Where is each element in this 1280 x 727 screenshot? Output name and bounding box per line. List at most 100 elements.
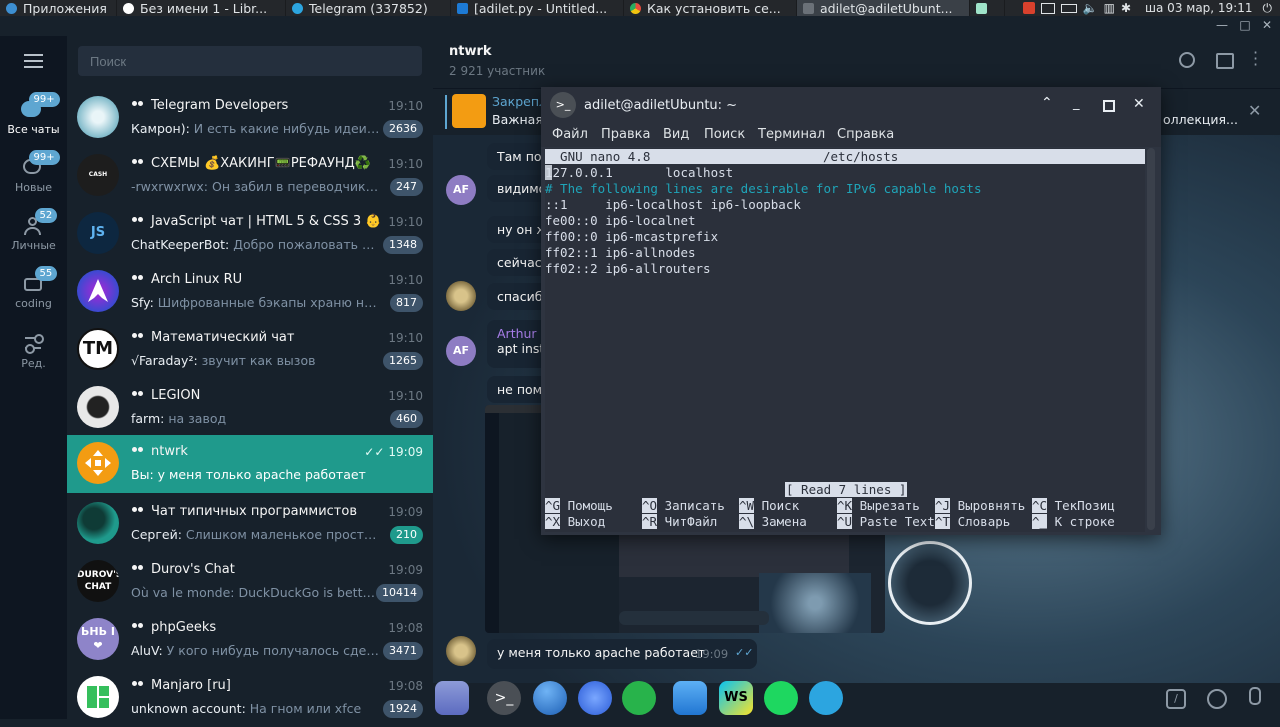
terminal-window[interactable]: >_ adilet@adiletUbuntu: ~ ⌃ _ ✕ Файл Пра… [541,87,1161,535]
tray-screen-icon[interactable] [1040,2,1055,14]
folder-personal[interactable]: 52 Личные [0,208,67,252]
chat-item[interactable]: TM Математический чат 19:10 √Faraday²: з… [67,321,433,379]
system-clock[interactable]: ша 03 мар, 19:11 [1145,1,1252,15]
chevron-up-icon[interactable]: ⌃ [1041,95,1053,111]
taskbar-item-terminal[interactable]: adilet@adiletUbunt... [797,0,970,16]
pinned-text-right: оллекция... [1163,112,1238,127]
folder-edit[interactable]: Ред. [0,332,67,370]
system-taskbar: Приложения Без имени 1 - Libr... Telegra… [0,0,1280,16]
file-line: ff00::0 ip6-mcastprefix [545,229,719,244]
maximize-icon[interactable]: □ [1238,18,1252,32]
terminal-scrollbar[interactable] [1147,148,1155,530]
folder-coding[interactable]: 55 coding [0,266,67,310]
group-icon [131,681,145,690]
chat-item[interactable]: DUROV'S CHAT Durov's Chat 19:09 Où va le… [67,553,433,611]
chat-avatar [77,676,119,718]
chat-avatar: TM [77,328,119,370]
chat-item[interactable]: JS JavaScript чат | HTML 5 & CSS 3 👶 19:… [67,205,433,263]
file-line: fe00::0 ip6-localnet [545,213,696,228]
app-icon-blue-sphere[interactable] [533,681,567,715]
user-avatar[interactable] [446,636,476,666]
user-avatar[interactable] [446,281,476,311]
search-icon[interactable] [1179,52,1195,68]
menu-search[interactable]: Поиск [704,127,745,142]
power-icon[interactable]: ⏻ [1263,1,1273,16]
chat-item[interactable]: Чат типичных программистов 19:09 Сергей:… [67,495,433,553]
person-icon: 52 [21,208,58,236]
chat-item[interactable]: Manjaro [ru] 19:08 unknown account: На г… [67,669,433,727]
close-icon[interactable]: ✕ [1260,18,1274,32]
unread-badge: 1348 [383,236,423,254]
folder-icon: 55 [21,266,58,294]
unread-badge: 1924 [383,700,423,718]
folder-sidebar: 99+ Все чаты 99+ Новые 52 Личные 55 codi… [0,36,67,719]
more-vertical-icon[interactable]: · · · [1253,45,1258,73]
folder-app-icon[interactable] [673,681,707,715]
pinned-text: Важная [492,112,543,127]
minimize-icon[interactable]: — [1215,18,1229,32]
chat-bubble-icon: 99+ [21,150,60,178]
chat-item[interactable]: CASH PLANET СХЕМЫ 💰ХАКИНГ📟РЕФАУНД♻️ 19:1… [67,147,433,205]
taskbar-item-apps[interactable]: Приложения [0,0,117,16]
taskbar-item-libreoffice[interactable]: Без имени 1 - Libr... [117,0,286,16]
terminal-titlebar[interactable]: >_ adilet@adiletUbuntu: ~ ⌃ _ ✕ [541,87,1161,123]
chrome-icon [630,2,641,14]
tray-volume-icon[interactable]: 🔈 [1083,1,1098,15]
telegram-app-icon[interactable] [809,681,843,715]
read-checkmarks-icon: ✓✓ [735,646,754,659]
user-avatar[interactable]: AF [446,336,476,366]
tray-network-icon[interactable]: ▥ [1104,1,1115,15]
vscode-icon [457,2,468,14]
search-app-icon[interactable] [622,681,656,715]
user-avatar[interactable]: AF [446,175,476,205]
folder-all-chats[interactable]: 99+ Все чаты [0,92,67,136]
wallpaper-emblem-icon [888,541,972,625]
chat-avatar: DUROV'S CHAT [77,560,119,602]
taskbar-item-vscode[interactable]: [adilet.py - Untitled... [451,0,624,16]
message-bubble[interactable]: у меня только apache работает 19:09 ✓✓ [487,639,757,669]
compass-app-icon[interactable] [578,681,612,715]
files-app-icon[interactable] [435,681,469,715]
taskbar-item-telegram[interactable]: Telegram (337852) [286,0,451,16]
minimize-icon[interactable]: _ [1073,96,1080,111]
hamburger-menu-icon[interactable] [24,54,43,68]
menu-edit[interactable]: Правка [601,127,650,142]
menu-terminal[interactable]: Терминал [758,127,825,142]
group-icon [131,447,145,456]
arch-logo-icon [88,279,108,302]
tray-red-icon[interactable] [1022,2,1035,14]
folder-badge: 52 [34,208,58,223]
maximize-icon[interactable] [1103,100,1115,112]
search-input[interactable] [78,46,422,76]
menu-help[interactable]: Справка [837,127,894,142]
spotify-app-icon[interactable] [764,681,798,715]
nano-header: GNU nano 4.8 /etc/hosts [545,149,1145,164]
sidebar-toggle-icon[interactable] [1216,53,1234,69]
group-icon [131,391,145,400]
chat-item[interactable]: Telegram Developers 19:10 Камрон): И ест… [67,89,433,147]
taskbar-item-chrome[interactable]: Как установить се... [624,0,797,16]
nano-editor[interactable]: GNU nano 4.8 /etc/hosts 127.0.0.1 localh… [545,148,1145,532]
chat-avatar: CASH PLANET [77,154,119,196]
tray-battery-icon[interactable] [1060,3,1077,13]
text-cursor [545,165,552,180]
chat-item[interactable]: ЬНЬ I❤ phpGeeks 19:08 AluV: У кого нибуд… [67,611,433,669]
chat-item-selected[interactable]: ntwrk ✓✓ 19:09 Вы: у меня только apache р… [67,435,433,493]
bot-command-icon[interactable]: / [1166,689,1186,709]
telegram-icon [292,2,303,14]
chat-item[interactable]: LEGION 19:10 farm: на завод 460 [67,379,433,437]
menu-file[interactable]: Файл [552,127,588,142]
terminal-app-icon[interactable]: >_ [487,681,521,715]
nano-status: [ Read 7 lines ] [785,482,908,497]
close-icon[interactable]: ✕ [1133,96,1145,112]
emoji-icon[interactable] [1207,689,1227,709]
webstorm-app-icon[interactable]: WS [719,681,753,715]
close-pinned-icon[interactable]: ✕ [1248,101,1261,120]
tray-bluetooth-icon[interactable]: ✱ [1121,1,1131,15]
menu-view[interactable]: Вид [663,127,689,142]
chat-item[interactable]: Arch Linux RU 19:10 Sfy: Шифрованные бэк… [67,263,433,321]
chat-header[interactable]: ntwrk 2 921 участник · · · [433,36,1280,88]
taskbar-item-blank[interactable] [970,0,1005,16]
folder-new[interactable]: 99+ Новые [0,150,67,194]
microphone-icon[interactable] [1249,687,1261,705]
